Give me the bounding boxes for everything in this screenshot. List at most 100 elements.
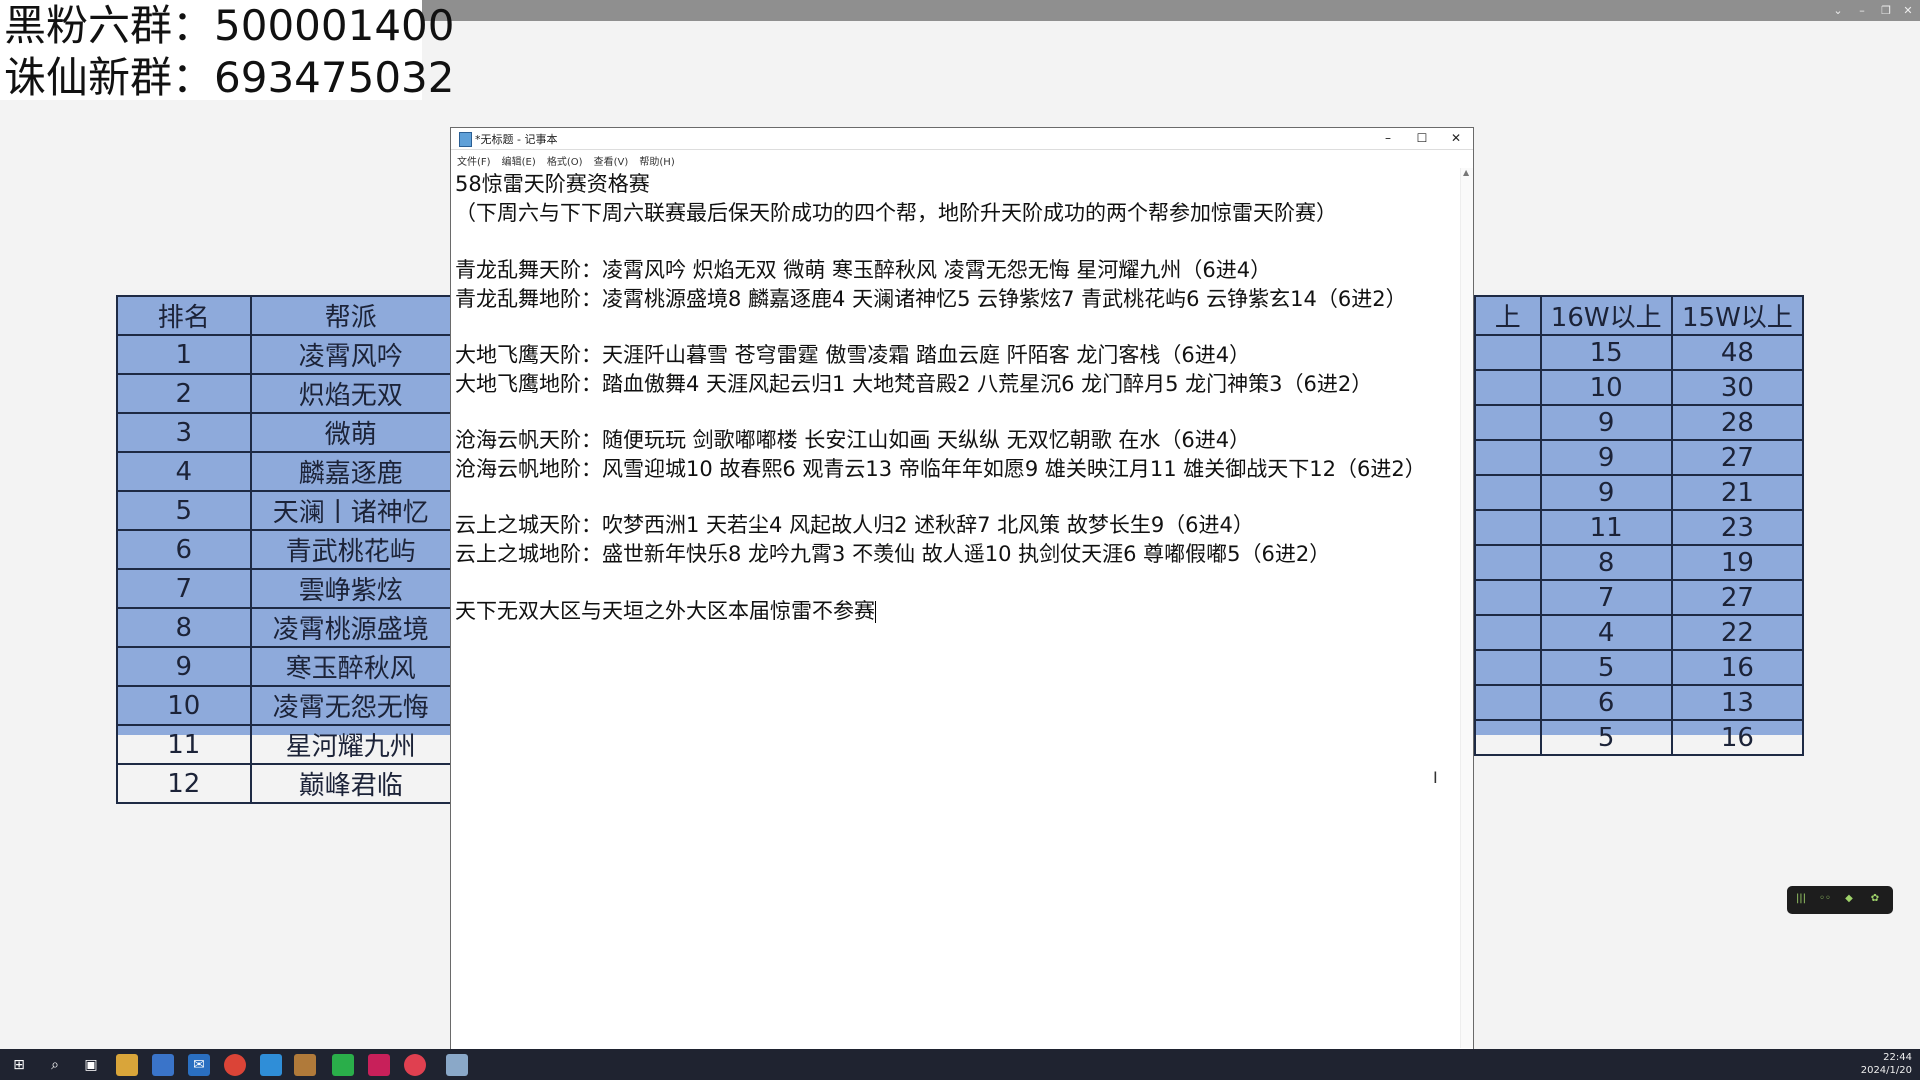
maximize-button[interactable]: ☐	[1405, 128, 1439, 149]
table-row: 10 凌霄无怨无悔	[116, 685, 453, 726]
value-cell: 48	[1670, 334, 1805, 371]
rank-cell: 7	[116, 568, 252, 609]
file-explorer-icon[interactable]	[116, 1054, 138, 1076]
store-icon[interactable]	[152, 1054, 174, 1076]
notepad-taskbar-icon[interactable]	[446, 1054, 468, 1076]
table-row: 9 27	[1474, 439, 1805, 476]
rank-cell: 10	[116, 685, 252, 726]
table-row: 15 48	[1474, 334, 1805, 371]
value-cell: 4	[1539, 614, 1673, 651]
overlay-line-2: 诛仙新群：693475032	[4, 53, 455, 102]
close-icon[interactable]: ✕	[1896, 0, 1920, 21]
overlay-line-1: 黑粉六群：500001400	[4, 1, 455, 50]
guild-cell: 微萌	[249, 412, 453, 453]
value-cell: 9	[1539, 404, 1673, 441]
scroll-up-icon[interactable]: ▲	[1463, 168, 1469, 177]
table-row: 3 微萌	[116, 412, 453, 453]
text-line: 青龙乱舞地阶：凌霄桃源盛境8 麟嘉逐鹿4 天澜诸神忆5 云铮紫炫7 青武桃花屿6…	[455, 287, 1407, 311]
guild-cell: 凌霄风吟	[249, 334, 453, 375]
group-number-overlay: 黑粉六群：500001400 诛仙新群：693475032	[0, 0, 455, 102]
value-cell	[1474, 684, 1542, 721]
value-cell: 23	[1670, 509, 1805, 546]
table-row: 6 青武桃花屿	[116, 529, 453, 570]
settings-icon[interactable]: ✿	[1865, 893, 1885, 907]
rank-cell: 4	[116, 451, 252, 492]
text-editor[interactable]: 58惊雷天阶赛资格赛 （下周六与下下周六联赛最后保天阶成功的四个帮，地阶升天阶成…	[455, 168, 1455, 1048]
table-row: 11 23	[1474, 509, 1805, 546]
guild-cell: 麟嘉逐鹿	[249, 451, 453, 492]
value-cell	[1474, 579, 1542, 616]
value-cell: 28	[1670, 404, 1805, 441]
value-cell: 16	[1670, 719, 1805, 756]
ranking-table-right: 上 16W以上 15W以上 15 48 10 30 9 28 9 27 9 21 11 23…	[1474, 295, 1805, 756]
leaf-icon[interactable]: ◆	[1839, 893, 1859, 907]
search-icon[interactable]: ⌕	[44, 1054, 66, 1076]
value-cell: 7	[1539, 579, 1673, 616]
floating-toolbar[interactable]: ||| ◦◦ ◆ ✿	[1787, 886, 1893, 914]
table-row: 1 凌霄风吟	[116, 334, 453, 375]
text-line: 58惊雷天阶赛资格赛	[455, 172, 650, 196]
chevron-down-icon[interactable]: ⌄	[1826, 0, 1850, 21]
clock-date: 2024/1/20	[1860, 1065, 1912, 1076]
table-row: 2 炽焰无双	[116, 373, 453, 414]
table-row: 9 28	[1474, 404, 1805, 441]
task-view-icon[interactable]: ▣	[80, 1054, 102, 1076]
notepad-icon	[459, 132, 472, 147]
text-line: （下周六与下下周六联赛最后保天阶成功的四个帮，地阶升天阶成功的两个帮参加惊雷天阶…	[455, 201, 1337, 225]
clock-time: 22:44	[1883, 1052, 1912, 1063]
guild-cell: 寒玉醉秋风	[249, 646, 453, 687]
table-header: 排名	[116, 295, 252, 336]
table-row: 7 27	[1474, 579, 1805, 616]
value-cell: 8	[1539, 544, 1673, 581]
value-cell: 11	[1539, 509, 1673, 546]
taskbar: ⊞ ⌕ ▣ ✉ 22:44 2024/1/20	[0, 1049, 1920, 1080]
table-row: 7 雲峥紫炫	[116, 568, 453, 609]
game-icon[interactable]	[294, 1054, 316, 1076]
network-icon[interactable]: ◦◦	[1815, 893, 1835, 907]
app-icon[interactable]	[368, 1054, 390, 1076]
netease-music-icon[interactable]	[404, 1054, 426, 1076]
guild-cell: 巅峰君临	[249, 763, 453, 804]
value-cell: 5	[1539, 649, 1673, 686]
value-cell: 19	[1670, 544, 1805, 581]
rank-cell: 8	[116, 607, 252, 648]
table-row: 5 16	[1474, 649, 1805, 686]
windows-start-icon[interactable]: ⊞	[8, 1054, 30, 1076]
title-bar[interactable]: *无标题 - 记事本 – ☐ ✕	[451, 128, 1473, 150]
guild-cell: 青武桃花屿	[249, 529, 453, 570]
table-row: 5 天澜丨诸神忆	[116, 490, 453, 531]
audio-icon[interactable]: |||	[1791, 893, 1811, 907]
system-clock[interactable]: 22:44 2024/1/20	[1852, 1051, 1912, 1077]
text-line: 云上之城地阶：盛世新年快乐8 龙吟九霄3 不羡仙 故人遥10 执剑仗天涯6 尊嘟…	[455, 542, 1331, 566]
minimize-button[interactable]: –	[1371, 128, 1405, 149]
value-cell: 5	[1539, 719, 1673, 756]
table-row: 12 巅峰君临	[116, 763, 453, 804]
table-header: 15W以上	[1670, 295, 1805, 336]
guild-cell: 天澜丨诸神忆	[249, 490, 453, 531]
value-cell	[1474, 439, 1542, 476]
table-row: 4 麟嘉逐鹿	[116, 451, 453, 492]
minimize-icon[interactable]: –	[1850, 0, 1874, 21]
value-cell: 10	[1539, 369, 1673, 406]
table-row: 9 寒玉醉秋风	[116, 646, 453, 687]
table-row: 9 21	[1474, 474, 1805, 511]
value-cell	[1474, 509, 1542, 546]
vertical-scrollbar[interactable]: ▲	[1460, 168, 1473, 1048]
value-cell: 27	[1670, 579, 1805, 616]
restore-icon[interactable]: ❐	[1874, 0, 1898, 21]
value-cell	[1474, 369, 1542, 406]
table-row: 8 凌霄桃源盛境	[116, 607, 453, 648]
value-cell: 27	[1670, 439, 1805, 476]
text-line: 大地飞鹰天阶：天涯阡山暮雪 苍穹雷霆 傲雪凌霜 踏血云庭 阡陌客 龙门客栈（6进…	[455, 343, 1251, 367]
app-icon[interactable]	[260, 1054, 282, 1076]
table-row: 5 16	[1474, 719, 1805, 756]
mail-icon[interactable]: ✉	[188, 1054, 210, 1076]
text-line: 青龙乱舞天阶：凌霄风吟 炽焰无双 微萌 寒玉醉秋风 凌霄无怨无悔 星河耀九州（6…	[455, 258, 1272, 282]
chrome-icon[interactable]	[224, 1054, 246, 1076]
guild-cell: 凌霄桃源盛境	[249, 607, 453, 648]
wechat-icon[interactable]	[332, 1054, 354, 1076]
notepad-window[interactable]: *无标题 - 记事本 – ☐ ✕ 文件(F) 编辑(E) 格式(O) 查看(V)…	[451, 128, 1473, 1052]
close-button[interactable]: ✕	[1439, 128, 1473, 149]
ranking-table-left: 排名 帮派 1 凌霄风吟 2 炽焰无双 3 微萌 4 麟嘉逐鹿 5 天澜丨诸神忆 6 青武桃…	[116, 295, 453, 804]
value-cell: 30	[1670, 369, 1805, 406]
